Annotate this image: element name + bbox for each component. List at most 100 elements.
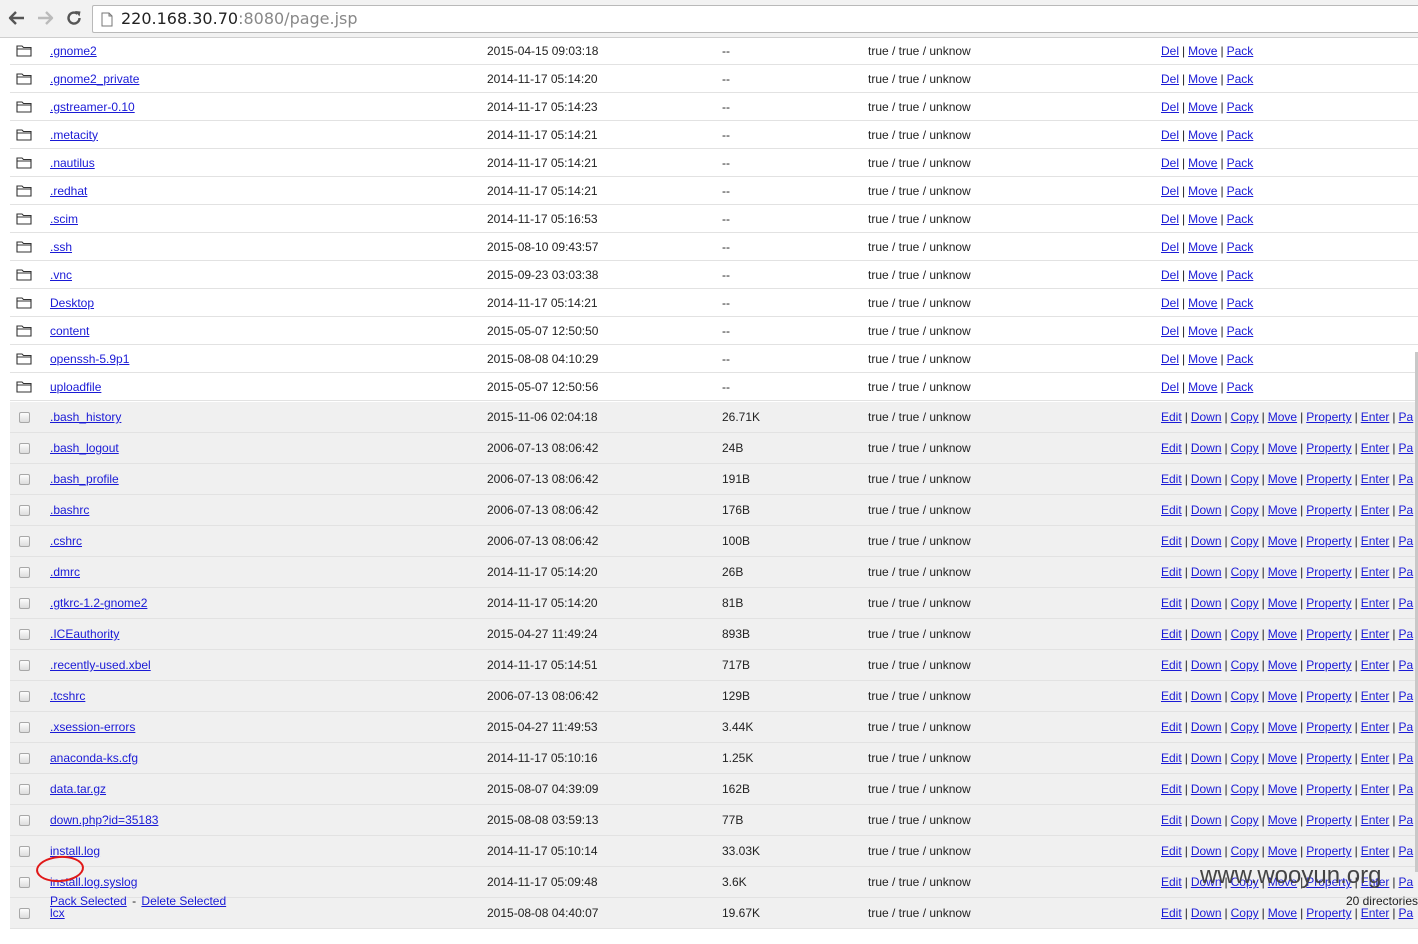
directory-name-link[interactable]: openssh-5.9p1 <box>50 345 129 372</box>
action-edit-link[interactable]: Edit <box>1161 534 1182 548</box>
action-pack-link[interactable]: Pack <box>1227 380 1254 394</box>
action-pa-link[interactable]: Pa <box>1399 751 1414 765</box>
action-copy-link[interactable]: Copy <box>1231 441 1259 455</box>
action-move-link[interactable]: Move <box>1188 44 1217 58</box>
action-property-link[interactable]: Property <box>1306 813 1351 827</box>
action-pa-link[interactable]: Pa <box>1399 813 1414 827</box>
action-down-link[interactable]: Down <box>1191 410 1222 424</box>
action-property-link[interactable]: Property <box>1306 410 1351 424</box>
action-edit-link[interactable]: Edit <box>1161 689 1182 703</box>
directory-name-link[interactable]: Desktop <box>50 289 94 316</box>
action-down-link[interactable]: Down <box>1191 844 1222 858</box>
file-name[interactable]: down.php?id=35183 <box>50 813 158 827</box>
action-move-link[interactable]: Move <box>1268 689 1297 703</box>
action-move-link[interactable]: Move <box>1188 268 1217 282</box>
directory-name[interactable]: .redhat <box>50 184 87 198</box>
action-copy-link[interactable]: Copy <box>1231 813 1259 827</box>
action-edit-link[interactable]: Edit <box>1161 627 1182 641</box>
action-enter-link[interactable]: Enter <box>1361 565 1390 579</box>
directory-name[interactable]: uploadfile <box>50 380 101 394</box>
action-enter-link[interactable]: Enter <box>1361 844 1390 858</box>
action-pack-link[interactable]: Pack <box>1227 44 1254 58</box>
action-copy-link[interactable]: Copy <box>1231 720 1259 734</box>
action-del-link[interactable]: Del <box>1161 352 1179 366</box>
select-checkbox[interactable] <box>19 504 30 516</box>
action-pa-link[interactable]: Pa <box>1399 906 1414 920</box>
select-checkbox[interactable] <box>19 752 30 764</box>
action-copy-link[interactable]: Copy <box>1231 503 1259 517</box>
directory-name[interactable]: .gstreamer-0.10 <box>50 100 135 114</box>
file-name[interactable]: .tcshrc <box>50 689 85 703</box>
file-name[interactable]: .ICEauthority <box>50 627 119 641</box>
directory-name[interactable]: .nautilus <box>50 156 95 170</box>
action-pa-link[interactable]: Pa <box>1399 658 1414 672</box>
file-name-link[interactable]: install.log <box>50 836 100 866</box>
action-pack-link[interactable]: Pack <box>1227 100 1254 114</box>
select-checkbox-cell[interactable] <box>16 495 30 525</box>
file-name-link[interactable]: .gtkrc-1.2-gnome2 <box>50 588 147 618</box>
action-edit-link[interactable]: Edit <box>1161 410 1182 424</box>
directory-name[interactable]: content <box>50 324 89 338</box>
action-property-link[interactable]: Property <box>1306 906 1351 920</box>
file-name[interactable]: .bash_logout <box>50 441 119 455</box>
select-checkbox-cell[interactable] <box>16 526 30 556</box>
action-property-link[interactable]: Property <box>1306 534 1351 548</box>
select-checkbox[interactable] <box>19 411 30 423</box>
select-checkbox-cell[interactable] <box>16 867 30 897</box>
directory-name-link[interactable]: uploadfile <box>50 373 101 400</box>
action-pack-link[interactable]: Pack <box>1227 268 1254 282</box>
action-enter-link[interactable]: Enter <box>1361 906 1390 920</box>
action-copy-link[interactable]: Copy <box>1231 534 1259 548</box>
action-enter-link[interactable]: Enter <box>1361 813 1390 827</box>
file-name[interactable]: .dmrc <box>50 565 80 579</box>
action-down-link[interactable]: Down <box>1191 782 1222 796</box>
directory-name[interactable]: .ssh <box>50 240 72 254</box>
select-checkbox-cell[interactable] <box>16 650 30 680</box>
action-down-link[interactable]: Down <box>1191 906 1222 920</box>
directory-name[interactable]: openssh-5.9p1 <box>50 352 129 366</box>
action-enter-link[interactable]: Enter <box>1361 751 1390 765</box>
action-pa-link[interactable]: Pa <box>1399 441 1414 455</box>
action-move-link[interactable]: Move <box>1268 751 1297 765</box>
action-del-link[interactable]: Del <box>1161 268 1179 282</box>
action-edit-link[interactable]: Edit <box>1161 751 1182 765</box>
delete-selected-link[interactable]: Delete Selected <box>141 894 226 908</box>
select-checkbox[interactable] <box>19 876 30 888</box>
select-checkbox[interactable] <box>19 907 30 919</box>
action-move-link[interactable]: Move <box>1188 212 1217 226</box>
reload-icon[interactable] <box>62 6 86 30</box>
action-down-link[interactable]: Down <box>1191 751 1222 765</box>
directory-name[interactable]: .gnome2 <box>50 44 97 58</box>
action-edit-link[interactable]: Edit <box>1161 875 1182 889</box>
action-down-link[interactable]: Down <box>1191 534 1222 548</box>
url-text[interactable]: 220.168.30.70:8080/page.jsp <box>121 9 358 28</box>
select-checkbox-cell[interactable] <box>16 619 30 649</box>
action-edit-link[interactable]: Edit <box>1161 658 1182 672</box>
action-pa-link[interactable]: Pa <box>1399 503 1414 517</box>
action-enter-link[interactable]: Enter <box>1361 441 1390 455</box>
select-checkbox-cell[interactable] <box>16 774 30 804</box>
file-name-link[interactable]: install.log.syslog <box>50 867 137 897</box>
action-copy-link[interactable]: Copy <box>1231 782 1259 796</box>
directory-name-link[interactable]: .gnome2 <box>50 37 97 64</box>
action-del-link[interactable]: Del <box>1161 72 1179 86</box>
action-enter-link[interactable]: Enter <box>1361 596 1390 610</box>
action-property-link[interactable]: Property <box>1306 720 1351 734</box>
action-property-link[interactable]: Property <box>1306 596 1351 610</box>
action-property-link[interactable]: Property <box>1306 503 1351 517</box>
action-copy-link[interactable]: Copy <box>1231 751 1259 765</box>
directory-name[interactable]: .metacity <box>50 128 98 142</box>
action-move-link[interactable]: Move <box>1188 100 1217 114</box>
select-checkbox[interactable] <box>19 814 30 826</box>
file-name[interactable]: .bash_history <box>50 410 121 424</box>
action-down-link[interactable]: Down <box>1191 503 1222 517</box>
action-del-link[interactable]: Del <box>1161 184 1179 198</box>
action-copy-link[interactable]: Copy <box>1231 596 1259 610</box>
action-edit-link[interactable]: Edit <box>1161 472 1182 486</box>
action-property-link[interactable]: Property <box>1306 658 1351 672</box>
action-enter-link[interactable]: Enter <box>1361 472 1390 486</box>
file-name-link[interactable]: .cshrc <box>50 526 82 556</box>
select-checkbox-cell[interactable] <box>16 464 30 494</box>
action-enter-link[interactable]: Enter <box>1361 534 1390 548</box>
select-checkbox[interactable] <box>19 721 30 733</box>
